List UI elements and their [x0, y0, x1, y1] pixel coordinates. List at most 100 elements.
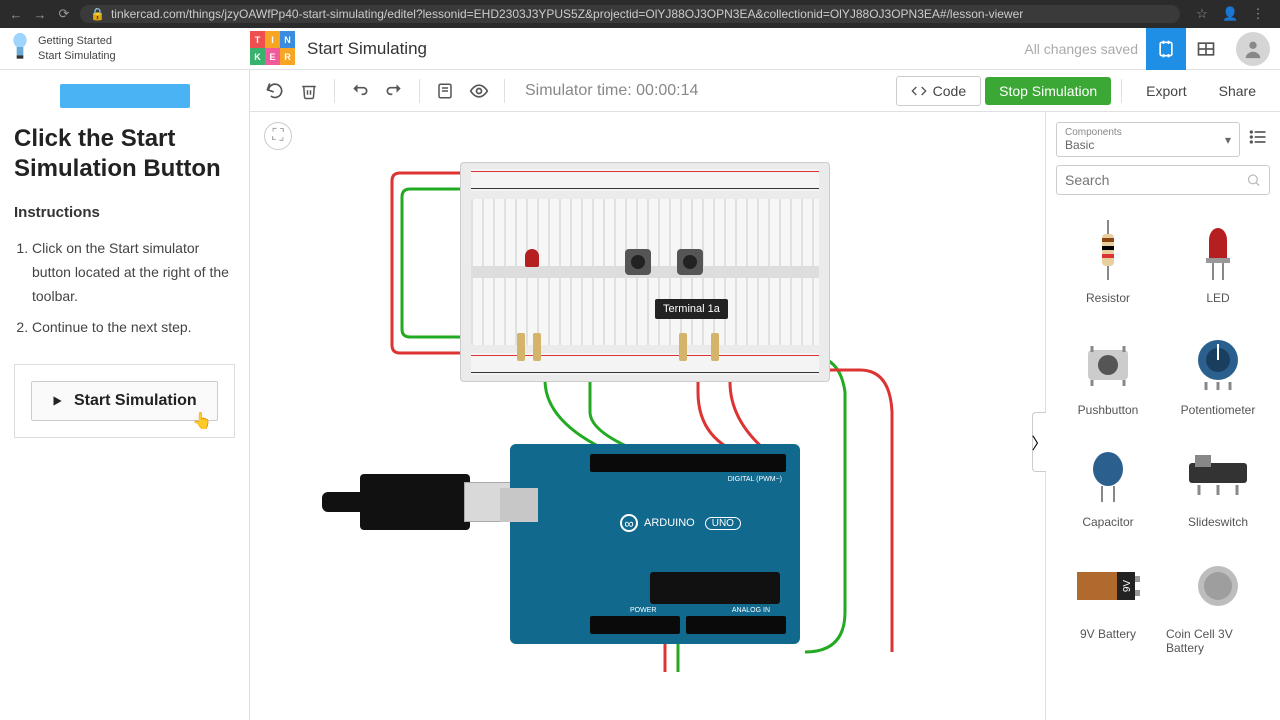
breadcrumb-line2: Start Simulating: [38, 49, 116, 63]
lesson-bulb-icon: [10, 32, 30, 65]
component-9v-battery[interactable]: 9V 9V Battery: [1056, 545, 1160, 661]
tinkercad-logo[interactable]: TINKER: [250, 31, 295, 66]
arduino-board[interactable]: ARDUINO UNO DIGITAL (PWM~) ANALOG IN POW…: [510, 444, 800, 644]
component-icon: [1193, 551, 1243, 621]
browser-forward-icon[interactable]: →: [32, 7, 48, 22]
browser-back-icon[interactable]: ←: [8, 7, 24, 22]
simulator-time: Simulator time: 00:00:14: [525, 82, 892, 100]
stop-simulation-button[interactable]: Stop Simulation: [985, 77, 1111, 105]
start-simulation-demo-button[interactable]: Start Simulation: [31, 381, 218, 421]
component-coin-cell-3v-battery[interactable]: Coin Cell 3V Battery: [1166, 545, 1270, 661]
component-potentiometer[interactable]: Potentiometer: [1166, 321, 1270, 423]
list-view-icon[interactable]: [1248, 127, 1270, 152]
user-avatar[interactable]: [1236, 32, 1270, 66]
browser-url: tinkercad.com/things/jzyOAWfPp40-start-s…: [111, 7, 1023, 21]
export-button[interactable]: Export: [1132, 77, 1200, 105]
component-label: 9V Battery: [1080, 627, 1136, 641]
bookmark-icon[interactable]: ☆: [1194, 6, 1210, 22]
code-button[interactable]: Code: [896, 76, 981, 106]
led-component[interactable]: [525, 249, 539, 267]
stop-sim-label: Stop Simulation: [999, 83, 1097, 99]
breadcrumb: Getting Started Start Simulating: [38, 34, 116, 63]
component-label: Pushbutton: [1078, 403, 1139, 417]
instructions-heading: Instructions: [14, 204, 235, 221]
undo-icon[interactable]: [345, 76, 375, 106]
component-label: Resistor: [1086, 291, 1130, 305]
browser-url-bar[interactable]: 🔒 tinkercad.com/things/jzyOAWfPp40-start…: [80, 5, 1180, 23]
circuits-view-button[interactable]: [1146, 28, 1186, 70]
lesson-sidebar: Click the Start Simulation Button Instru…: [0, 70, 250, 720]
terminal-tooltip: Terminal 1a: [655, 299, 728, 319]
component-icon: [1083, 215, 1133, 285]
notes-icon[interactable]: [430, 76, 460, 106]
arduino-power-label: POWER: [630, 607, 656, 614]
svg-text:9V: 9V: [1122, 580, 1133, 593]
arduino-brand: ARDUINO: [644, 517, 695, 529]
lesson-title: Click the Start Simulation Button: [14, 124, 235, 184]
component-slideswitch[interactable]: Slideswitch: [1166, 433, 1270, 535]
redo-icon[interactable]: [379, 76, 409, 106]
components-category-select[interactable]: Components Basic ▾: [1056, 122, 1240, 157]
zoom-fit-icon[interactable]: ⛶: [264, 122, 292, 150]
visibility-icon[interactable]: [464, 76, 494, 106]
component-resistor[interactable]: Resistor: [1056, 209, 1160, 311]
components-grid: Resistor LED Pushbutton Potentiometer Capaci…: [1056, 209, 1270, 661]
component-label: Coin Cell 3V Battery: [1166, 627, 1270, 655]
component-label: Potentiometer: [1181, 403, 1256, 417]
menu-icon[interactable]: ⋮: [1250, 6, 1266, 22]
code-label: Code: [933, 83, 966, 99]
resistor-1[interactable]: [517, 333, 525, 361]
arduino-model: UNO: [705, 517, 741, 530]
components-heading: Components: [1065, 127, 1231, 138]
component-search[interactable]: [1056, 165, 1270, 195]
arduino-analog-label: ANALOG IN: [732, 607, 770, 614]
instruction-step: Click on the Start simulator button loca…: [32, 237, 235, 308]
pushbutton-1[interactable]: [625, 249, 651, 275]
component-icon: [1183, 439, 1253, 509]
arduino-digital-label: DIGITAL (PWM~): [728, 476, 782, 483]
arduino-logo-icon: [620, 514, 638, 532]
component-led[interactable]: LED: [1166, 209, 1270, 311]
component-label: LED: [1206, 291, 1229, 305]
component-icon: 9V: [1073, 551, 1143, 621]
save-status: All changes saved: [1024, 41, 1138, 57]
share-button[interactable]: Share: [1205, 77, 1270, 105]
browser-reload-icon[interactable]: ⟳: [56, 6, 72, 22]
component-label: Capacitor: [1082, 515, 1133, 529]
resistor-3[interactable]: [679, 333, 687, 361]
component-icon: [1193, 215, 1243, 285]
editor-toolbar: Simulator time: 00:00:14 Code Stop Simul…: [250, 70, 1280, 112]
component-label: Slideswitch: [1188, 515, 1248, 529]
resistor-4[interactable]: [711, 333, 719, 361]
lesson-progress-pill[interactable]: [60, 84, 190, 108]
start-sim-label: Start Simulation: [74, 392, 197, 410]
panel-collapse-button[interactable]: 〉: [1032, 412, 1046, 472]
browser-chrome: ← → ⟳ 🔒 tinkercad.com/things/jzyOAWfPp40…: [0, 0, 1280, 28]
breadboard[interactable]: Terminal 1a: [460, 162, 830, 382]
components-selected: Basic: [1065, 138, 1094, 152]
page-title: Start Simulating: [307, 39, 1024, 59]
schematic-view-button[interactable]: [1186, 28, 1226, 70]
instructions-list: Click on the Start simulator button loca…: [14, 237, 235, 340]
breadcrumb-line1: Getting Started: [38, 34, 116, 48]
pushbutton-2[interactable]: [677, 249, 703, 275]
resistor-2[interactable]: [533, 333, 541, 361]
profile-icon[interactable]: 👤: [1222, 6, 1238, 22]
chevron-down-icon: ▾: [1225, 133, 1231, 147]
instruction-step: Continue to the next step.: [32, 316, 235, 340]
lock-icon: 🔒: [90, 7, 105, 21]
start-simulation-demo: Start Simulation 👆: [14, 364, 235, 438]
component-icon: [1083, 439, 1133, 509]
component-pushbutton[interactable]: Pushbutton: [1056, 321, 1160, 423]
component-icon: [1188, 327, 1248, 397]
app-header: Getting Started Start Simulating TINKER …: [0, 28, 1280, 70]
search-icon: [1246, 172, 1261, 188]
circuit-canvas[interactable]: ⛶ Terminal 1a: [250, 112, 1045, 720]
delete-icon[interactable]: [294, 76, 324, 106]
rotate-icon[interactable]: [260, 76, 290, 106]
search-input[interactable]: [1065, 172, 1246, 188]
cursor-hand-icon: 👆: [192, 411, 212, 431]
component-capacitor[interactable]: Capacitor: [1056, 433, 1160, 535]
play-icon: [50, 394, 64, 408]
usb-cable[interactable]: [320, 474, 520, 530]
